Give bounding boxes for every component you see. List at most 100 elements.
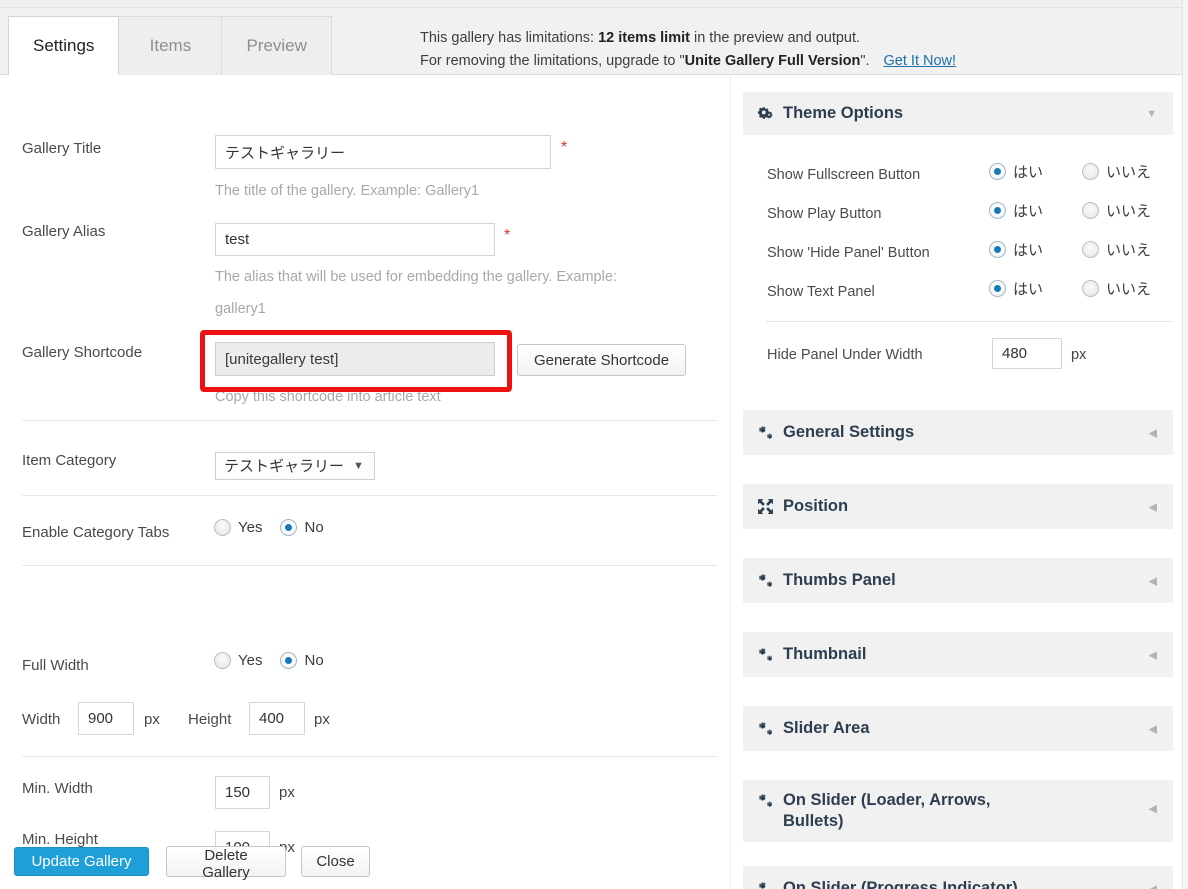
show-play-button-no[interactable]: いいえ bbox=[1082, 200, 1151, 221]
notice-line1-pre: This gallery has limitations: bbox=[420, 30, 599, 46]
item-category-select[interactable]: テストギャラリー bbox=[215, 452, 375, 480]
section-thumbnail-header[interactable]: Thumbnail ◀ bbox=[743, 632, 1173, 677]
section-general-settings-header[interactable]: General Settings ◀ bbox=[743, 410, 1173, 455]
show-hide-panel-button-yes[interactable]: はい bbox=[989, 239, 1064, 260]
section-on-slider-loader-arrows-bullets-header[interactable]: On Slider (Loader, Arrows, Bullets) ◀ bbox=[743, 780, 1173, 842]
section-general-settings-title: General Settings bbox=[783, 423, 915, 442]
section-position-header[interactable]: Position ◀ bbox=[743, 484, 1173, 529]
cogs-icon bbox=[757, 720, 783, 738]
section-slider-area-header[interactable]: Slider Area ◀ bbox=[743, 706, 1173, 751]
show-text-panel-no-label: いいえ bbox=[1106, 281, 1152, 298]
show-fullscreen-button-yes-label: はい bbox=[1013, 164, 1044, 181]
generate-shortcode-button[interactable]: Generate Shortcode bbox=[517, 344, 686, 376]
full-width-no[interactable]: No bbox=[280, 652, 324, 669]
full-width-label: Full Width bbox=[22, 657, 89, 674]
show-fullscreen-button-no-label: いいえ bbox=[1106, 164, 1152, 181]
cogs-icon bbox=[757, 572, 783, 590]
section-position-title: Position bbox=[783, 497, 849, 516]
notice-line2-post: ". bbox=[860, 53, 870, 70]
gallery-alias-input[interactable] bbox=[215, 223, 495, 256]
delete-gallery-button[interactable]: Delete Gallery bbox=[166, 846, 286, 881]
tab-settings[interactable]: Settings bbox=[8, 16, 120, 76]
settings-form-column: Gallery Title * The title of the gallery… bbox=[0, 76, 730, 889]
gallery-alias-label: Gallery Alias bbox=[22, 223, 106, 240]
gallery-shortcode-help: Copy this shortcode into article text bbox=[215, 389, 441, 405]
divider-4 bbox=[22, 756, 717, 757]
notice-items-limit: 12 items limit bbox=[598, 30, 690, 46]
item-category-label: Item Category bbox=[22, 452, 117, 469]
option-show-hide-panel-button-radio-group: はい いいえ bbox=[989, 239, 1169, 260]
options-panel-column: Theme Options ▼ Show Fullscreen Button は… bbox=[730, 76, 1182, 889]
radio-dot-unselected-icon bbox=[1082, 241, 1099, 258]
enable-category-tabs-label: Enable Category Tabs bbox=[22, 524, 170, 541]
option-show-fullscreen-button-label: Show Fullscreen Button bbox=[767, 167, 921, 183]
unite-gallery-settings-screen: Settings Items Preview This gallery has … bbox=[0, 0, 1188, 889]
tab-items[interactable]: Items bbox=[118, 16, 223, 75]
notice-line2-pre: For removing the limitations, upgrade to… bbox=[420, 53, 685, 70]
move-arrows-icon bbox=[757, 498, 783, 515]
show-play-button-yes-label: はい bbox=[1013, 203, 1044, 220]
hide-panel-under-width-input[interactable] bbox=[992, 338, 1062, 369]
show-hide-panel-button-no-label: いいえ bbox=[1106, 242, 1152, 259]
section-thumbnail-title: Thumbnail bbox=[783, 645, 867, 664]
show-fullscreen-button-no[interactable]: いいえ bbox=[1082, 161, 1151, 182]
update-gallery-button[interactable]: Update Gallery bbox=[14, 847, 149, 876]
enable-category-tabs-radio-group: Yes No bbox=[214, 519, 342, 536]
option-show-fullscreen-button-radio-group: はい いいえ bbox=[989, 161, 1169, 182]
gallery-alias-required: * bbox=[504, 227, 511, 244]
full-width-yes-label: Yes bbox=[238, 652, 263, 669]
section-on-slider-loader-arrows-bullets-title: On Slider (Loader, Arrows, Bullets) bbox=[783, 791, 991, 830]
option-show-text-panel-radio-group: はい いいえ bbox=[989, 278, 1169, 299]
section-thumbs-panel-header[interactable]: Thumbs Panel ◀ bbox=[743, 558, 1173, 603]
show-play-button-no-label: いいえ bbox=[1106, 203, 1152, 220]
enable-category-tabs-yes[interactable]: Yes bbox=[214, 519, 262, 536]
show-play-button-yes[interactable]: はい bbox=[989, 200, 1064, 221]
gallery-alias-help-line1: The alias that will be used for embeddin… bbox=[215, 269, 617, 285]
option-show-play-button-radio-group: はい いいえ bbox=[989, 200, 1169, 221]
tab-preview[interactable]: Preview bbox=[221, 16, 332, 75]
chevron-down-icon: ▼ bbox=[1146, 107, 1157, 120]
radio-dot-selected-icon bbox=[280, 652, 298, 669]
height-unit: px bbox=[314, 711, 330, 728]
chevron-left-icon: ◀ bbox=[1148, 501, 1157, 513]
section-on-slider-progress-indicator-header[interactable]: On Slider (Progress Indicator) ◀ bbox=[743, 866, 1173, 889]
section-theme-options-header[interactable]: Theme Options ▼ bbox=[743, 92, 1173, 135]
gallery-title-label: Gallery Title bbox=[22, 140, 102, 157]
radio-dot-unselected-icon bbox=[214, 519, 231, 536]
full-width-yes[interactable]: Yes bbox=[214, 652, 262, 669]
option-show-play-button-label: Show Play Button bbox=[767, 206, 882, 222]
page-scrollbar[interactable] bbox=[1182, 0, 1188, 889]
tab-preview-label: Preview bbox=[246, 36, 307, 55]
min-width-unit: px bbox=[279, 784, 295, 801]
cogs-icon bbox=[757, 105, 783, 123]
gallery-title-input[interactable] bbox=[215, 135, 551, 169]
radio-dot-unselected-icon bbox=[1082, 163, 1099, 180]
width-unit: px bbox=[144, 711, 160, 728]
show-fullscreen-button-yes[interactable]: はい bbox=[989, 161, 1064, 182]
show-text-panel-no[interactable]: いいえ bbox=[1082, 278, 1151, 299]
hide-panel-under-width-label: Hide Panel Under Width bbox=[767, 347, 923, 363]
enable-category-tabs-no[interactable]: No bbox=[280, 519, 324, 536]
divider-3 bbox=[22, 565, 717, 566]
gallery-shortcode-input[interactable] bbox=[215, 342, 495, 376]
min-width-input[interactable] bbox=[215, 776, 270, 809]
close-button[interactable]: Close bbox=[301, 846, 370, 877]
radio-dot-selected-icon bbox=[989, 241, 1006, 258]
gallery-title-required: * bbox=[561, 139, 568, 156]
show-text-panel-yes-label: はい bbox=[1013, 281, 1044, 298]
full-width-no-label: No bbox=[304, 652, 324, 669]
show-hide-panel-button-no[interactable]: いいえ bbox=[1082, 239, 1151, 260]
radio-dot-unselected-icon bbox=[214, 652, 231, 669]
gallery-alias-help-line2: gallery1 bbox=[215, 301, 266, 317]
tab-settings-label: Settings bbox=[33, 36, 95, 55]
width-input[interactable] bbox=[78, 702, 134, 735]
height-input[interactable] bbox=[249, 702, 305, 735]
cogs-icon bbox=[757, 646, 783, 664]
chevron-left-icon: ◀ bbox=[1148, 883, 1157, 889]
get-it-now-link[interactable]: Get It Now! bbox=[884, 53, 957, 69]
section-on-slider-progress-indicator-title: On Slider (Progress Indicator) bbox=[783, 879, 1018, 889]
section-slider-area-title: Slider Area bbox=[783, 719, 870, 738]
show-text-panel-yes[interactable]: はい bbox=[989, 278, 1064, 299]
chevron-left-icon: ◀ bbox=[1148, 803, 1157, 815]
chevron-left-icon: ◀ bbox=[1148, 575, 1157, 587]
